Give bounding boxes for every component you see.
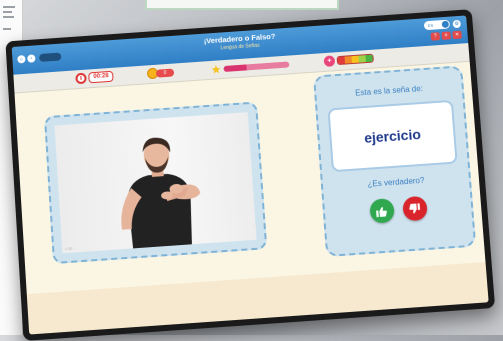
video-frame: LSE (43, 101, 268, 265)
language-toggle[interactable]: ES (423, 19, 451, 31)
coin-value: 0 (155, 68, 175, 78)
window-buttons: ? ≡ ✕ (430, 30, 462, 41)
progress-fill (223, 64, 247, 72)
background-card (145, 0, 339, 10)
sign-prompt: Esta es la seña de: (354, 84, 424, 98)
game-screen: ⌂ ‹ ¡Verdadero o Falso? Lengua de Señas … (11, 15, 489, 335)
help-button[interactable]: ? (430, 32, 441, 41)
question-label: ¿Es verdadero? (367, 175, 425, 189)
star-icon: ★ (210, 62, 222, 77)
sign-card: Esta es la seña de: ejercicio ¿Es verdad… (313, 65, 477, 258)
signer-figure (121, 137, 201, 248)
tablet-device: ⌂ ‹ ¡Verdadero o Falso? Lengua de Señas … (5, 9, 496, 341)
coin-counter: 0 (146, 67, 175, 80)
answer-buttons (324, 193, 472, 227)
close-button[interactable]: ✕ (452, 30, 462, 40)
progress: ★ (210, 60, 290, 77)
language-label: ES (427, 22, 434, 28)
energy-meter: + (323, 53, 374, 67)
timer: 00:28 (75, 70, 115, 85)
thumbs-up-icon (375, 206, 387, 217)
timer-value: 00:28 (88, 70, 115, 84)
energy-bar (336, 53, 374, 66)
video-watermark: LSE (65, 245, 73, 252)
heart-icon: + (323, 55, 336, 67)
menu-button[interactable]: ≡ (441, 31, 451, 40)
true-button[interactable] (368, 198, 395, 224)
clock-icon (75, 72, 87, 85)
settings-icon[interactable]: ⚙ (452, 19, 461, 28)
progress-bar (223, 61, 290, 72)
sign-word: ejercicio (327, 99, 458, 173)
thumbs-down-icon (408, 202, 420, 213)
sign-video[interactable]: LSE (54, 112, 257, 254)
false-button[interactable] (401, 195, 428, 222)
floor-strip (26, 262, 489, 335)
energy-segment (365, 54, 373, 63)
